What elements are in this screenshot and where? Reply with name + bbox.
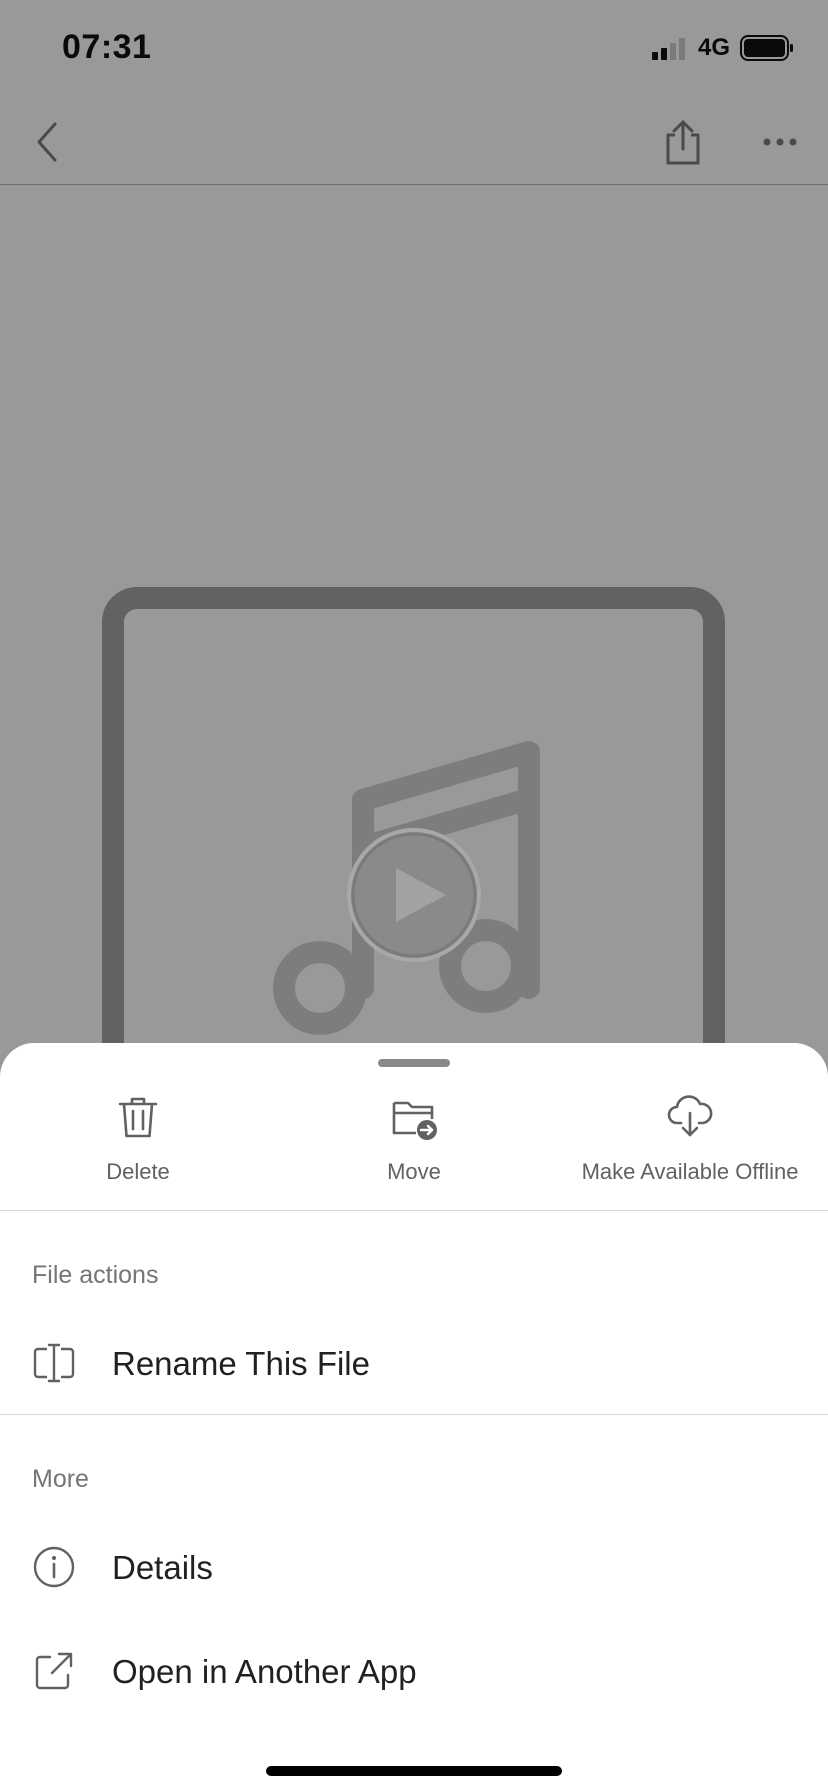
quick-actions: Delete Move Make Available Offline <box>0 1079 828 1211</box>
action-sheet: Delete Move Make Available Offline File … <box>0 1043 828 1792</box>
move-label: Move <box>387 1159 441 1184</box>
more-button[interactable] <box>748 110 812 174</box>
battery-icon <box>740 35 793 61</box>
nav-bar <box>0 100 828 185</box>
delete-label: Delete <box>106 1159 170 1184</box>
more-icon <box>763 138 797 146</box>
move-folder-icon <box>392 1101 437 1140</box>
status-bar: 07:31 4G <box>0 0 828 100</box>
signal-icon <box>651 38 685 60</box>
rename-file-item[interactable]: Rename This File <box>0 1317 828 1409</box>
details-label: Details <box>112 1549 213 1586</box>
back-chevron-icon <box>37 122 57 162</box>
status-time: 07:31 <box>62 28 152 66</box>
status-indicators: 4G <box>651 34 794 62</box>
make-offline-button[interactable]: Make Available Offline <box>552 1079 828 1211</box>
move-button[interactable]: Move <box>276 1079 552 1211</box>
rename-icon <box>33 1343 75 1383</box>
file-actions-title: File actions <box>32 1261 159 1289</box>
rename-file-label: Rename This File <box>112 1345 370 1382</box>
open-in-another-app-item[interactable]: Open in Another App <box>0 1625 828 1717</box>
play-icon[interactable] <box>347 828 481 962</box>
delete-button[interactable]: Delete <box>0 1079 276 1211</box>
info-icon <box>33 1546 75 1588</box>
open-external-icon <box>35 1652 73 1690</box>
share-button[interactable] <box>651 110 715 174</box>
trash-icon <box>118 1097 158 1138</box>
home-indicator[interactable] <box>266 1766 562 1776</box>
more-title: More <box>32 1465 89 1493</box>
network-label: 4G <box>697 34 730 61</box>
details-item[interactable]: Details <box>0 1521 828 1613</box>
cloud-download-icon <box>667 1095 713 1137</box>
divider <box>0 1210 828 1211</box>
back-button[interactable] <box>16 110 80 174</box>
sheet-grabber[interactable] <box>378 1059 450 1067</box>
open-in-another-app-label: Open in Another App <box>112 1653 417 1690</box>
divider <box>0 1414 828 1415</box>
make-offline-label: Make Available Offline <box>581 1159 799 1184</box>
share-icon <box>666 120 700 165</box>
